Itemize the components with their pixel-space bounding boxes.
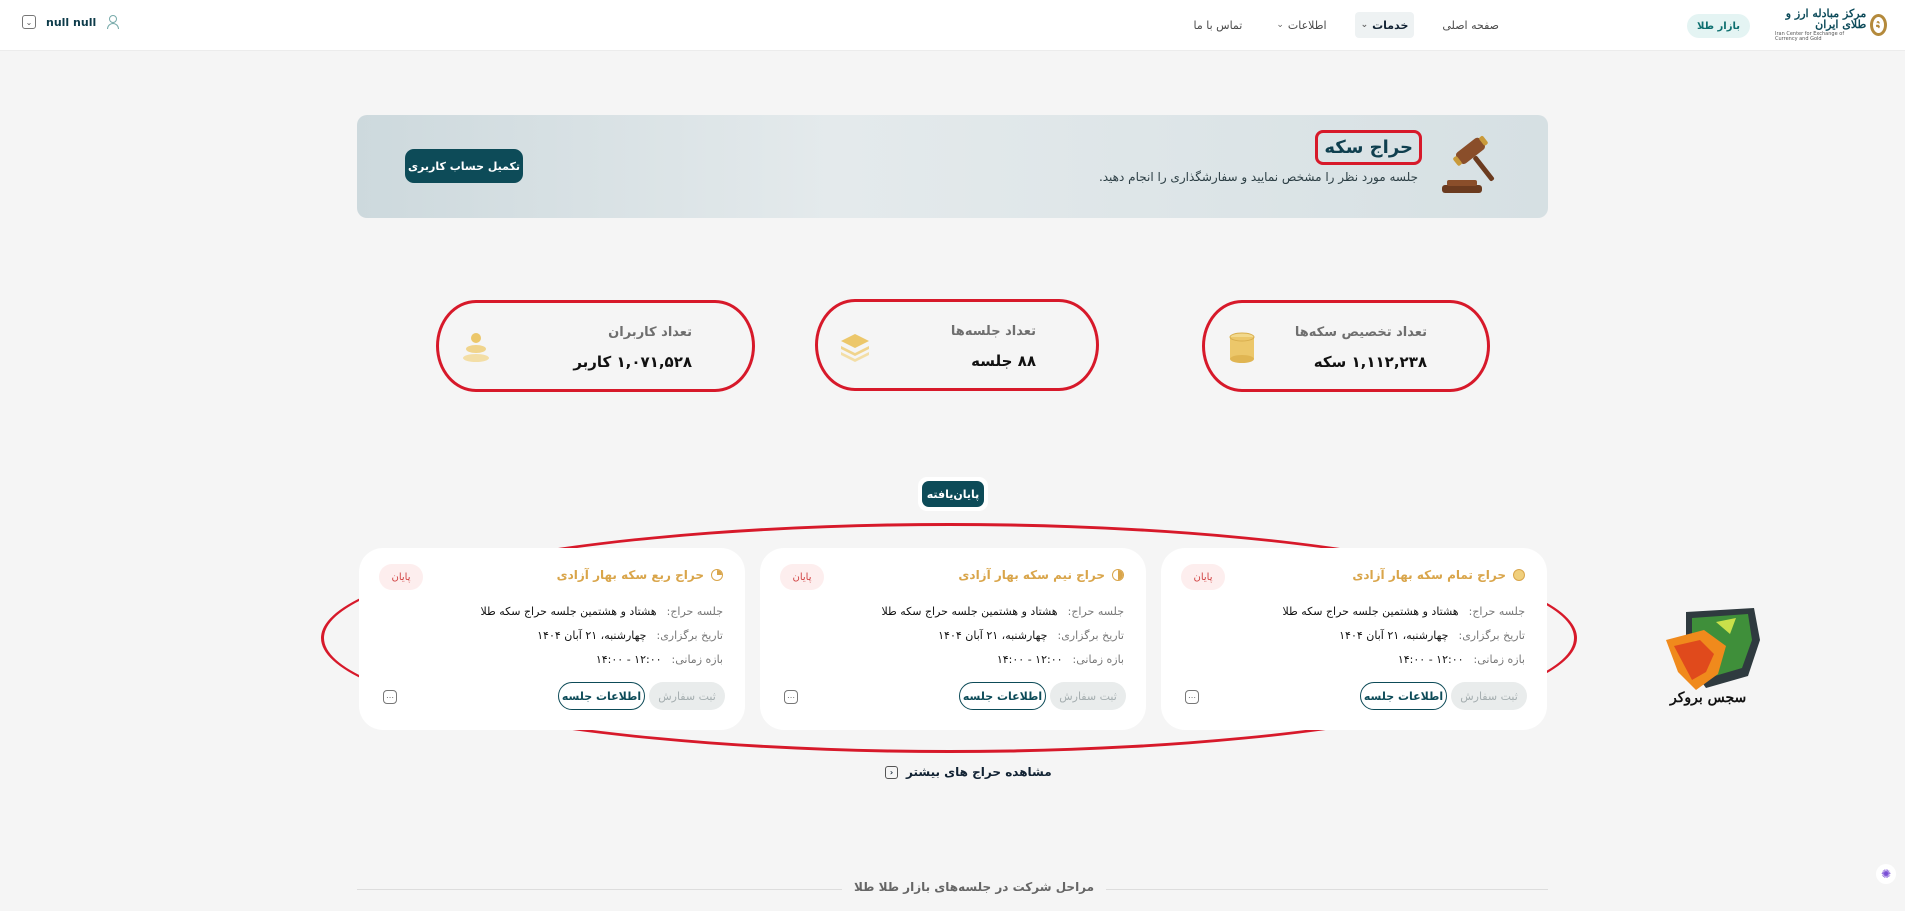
chevron-down-icon: ⌄ bbox=[1360, 20, 1369, 30]
assistant-brain-icon[interactable]: ✺ bbox=[1876, 864, 1896, 884]
status-badge: پایان bbox=[379, 564, 423, 590]
filter-finished-tab[interactable]: پایان‌یافته bbox=[922, 481, 984, 507]
nav-contact[interactable]: تماس با ما bbox=[1188, 12, 1249, 38]
view-more-auctions-link[interactable]: مشاهده حراج های بیشتر ‹ bbox=[885, 765, 1052, 779]
page-title: حراج سکه bbox=[1315, 130, 1422, 165]
chevron-left-icon: ‹ bbox=[885, 765, 898, 779]
auction-card-full-coin: حراج تمام سکه بهار آزادی پایان جلسه حراج… bbox=[1161, 548, 1547, 730]
more-options-icon[interactable]: ⋯ bbox=[784, 690, 798, 704]
auction-banner: حراج سکه جلسه مورد نظر را مشخص نمایید و … bbox=[357, 115, 1548, 218]
session-info-button[interactable]: اطلاعات جلسه bbox=[558, 682, 645, 710]
session-info-button[interactable]: اطلاعات جلسه bbox=[1360, 682, 1447, 710]
more-options-icon[interactable]: ⋯ bbox=[383, 690, 397, 704]
nav-home[interactable]: صفحه اصلی bbox=[1436, 12, 1505, 38]
main-nav: صفحه اصلی خدمات ⌄ اطلاعات ⌄ تماس با ما bbox=[1188, 12, 1506, 38]
logo-emblem-icon bbox=[1870, 14, 1887, 36]
auction-title: حراج تمام سکه بهار آزادی bbox=[1352, 568, 1506, 582]
status-filter: پایان‌یافته bbox=[918, 477, 988, 511]
gavel-icon bbox=[1442, 136, 1495, 193]
auction-title: حراج ربع سکه بهار آزادی bbox=[556, 568, 704, 582]
auction-title: حراج نیم سکه بهار آزادی bbox=[958, 568, 1105, 582]
chevron-down-icon: ⌄ bbox=[1276, 20, 1284, 30]
place-order-button[interactable]: ثبت سفارش bbox=[1050, 682, 1126, 710]
place-order-button[interactable]: ثبت سفارش bbox=[1451, 682, 1527, 710]
quarter-coin-icon bbox=[711, 569, 723, 581]
status-badge: پایان bbox=[780, 564, 824, 590]
user-menu[interactable]: ⌄ null null bbox=[22, 15, 120, 29]
users-icon bbox=[463, 333, 489, 362]
place-order-button[interactable]: ثبت سفارش bbox=[649, 682, 725, 710]
user-name: null null bbox=[46, 15, 97, 29]
nav-info[interactable]: اطلاعات ⌄ bbox=[1270, 12, 1332, 38]
status-badge: پایان bbox=[1181, 564, 1225, 590]
nav-services[interactable]: خدمات ⌄ bbox=[1354, 12, 1415, 38]
page-subtitle: جلسه مورد نظر را مشخص نمایید و سفارشگذار… bbox=[1098, 170, 1418, 184]
site-logo[interactable]: مرکز مبادله ارز و طلای ایران Iran Center… bbox=[1775, 7, 1887, 42]
stat-card-coin-allocations: تعداد تخصیص سکه‌ها ۱,۱۱۲,۲۳۸ سکه bbox=[1202, 300, 1490, 392]
logo-subtitle: Iran Center for Exchange of Currency and… bbox=[1775, 31, 1845, 42]
gold-market-tag[interactable]: بازار طلا bbox=[1687, 14, 1750, 38]
complete-profile-button[interactable]: تکمیل حساب کاربری bbox=[405, 149, 523, 183]
top-header: مرکز مبادله ارز و طلای ایران Iran Center… bbox=[0, 0, 1905, 51]
auction-card-quarter-coin: حراج ربع سکه بهار آزادی پایان جلسه حراج:… bbox=[359, 548, 745, 730]
broker-name: سجس بروکر bbox=[1670, 690, 1747, 706]
half-coin-icon bbox=[1112, 569, 1124, 581]
coins-stack-icon bbox=[1229, 332, 1255, 363]
chevron-down-icon[interactable]: ⌄ bbox=[22, 15, 36, 29]
stat-card-sessions: تعداد جلسه‌ها ۸۸ جلسه bbox=[815, 299, 1099, 391]
logo-title: مرکز مبادله ارز و طلای ایران bbox=[1785, 7, 1867, 31]
user-icon bbox=[106, 15, 120, 29]
session-info-button[interactable]: اطلاعات جلسه bbox=[959, 682, 1046, 710]
steps-section-title: مراحل شرکت در جلسه‌های بازار طلا طلا bbox=[842, 880, 1107, 894]
layers-icon bbox=[841, 334, 869, 362]
full-coin-icon bbox=[1513, 569, 1525, 581]
more-options-icon[interactable]: ⋯ bbox=[1185, 690, 1199, 704]
stat-card-users: تعداد کاربران ۱,۰۷۱,۵۲۸ کاربر bbox=[436, 300, 755, 392]
auction-card-half-coin: حراج نیم سکه بهار آزادی پایان جلسه حراج:… bbox=[760, 548, 1146, 730]
